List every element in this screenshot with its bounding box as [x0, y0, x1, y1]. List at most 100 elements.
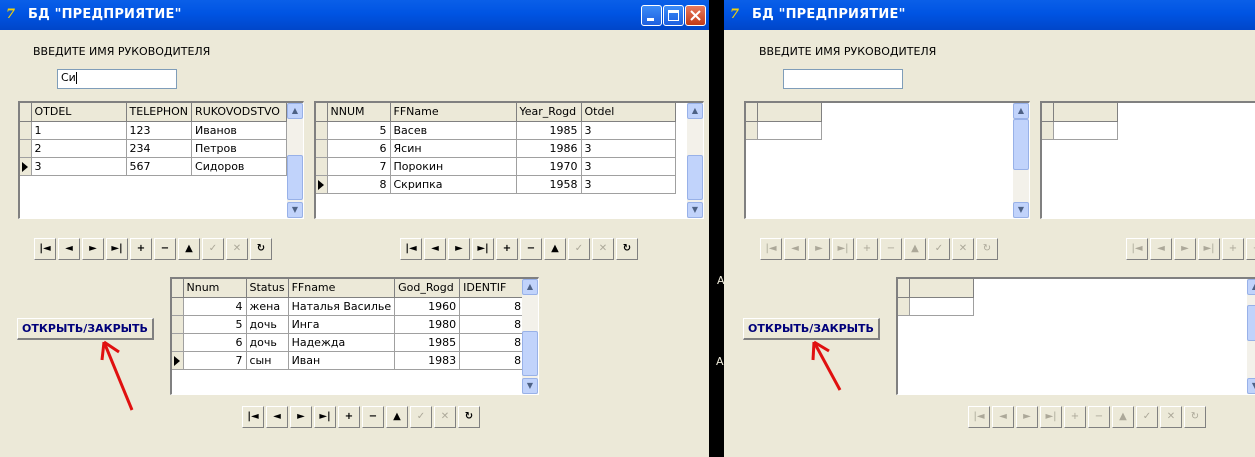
cell-nnum[interactable]: 5 [327, 121, 391, 140]
cell-god-rogd[interactable]: 1983 [394, 351, 461, 370]
table-row[interactable]: 6 Ясин 1986 3 [316, 139, 676, 158]
minimize-button[interactable] [641, 5, 662, 26]
scroll-thumb[interactable] [1013, 119, 1029, 170]
cell-empty[interactable] [909, 297, 974, 316]
scroll-up-icon[interactable]: ▲ [1247, 279, 1255, 295]
cell-nnum[interactable]: 6 [327, 139, 391, 158]
refresh-icon[interactable]: ↻ [458, 406, 480, 428]
cancel-icon[interactable]: ✕ [226, 238, 248, 260]
post-icon[interactable]: ✓ [202, 238, 224, 260]
last-icon[interactable]: ►| [1040, 406, 1062, 428]
next-icon[interactable]: ► [290, 406, 312, 428]
cell-otdel[interactable]: 3 [581, 175, 676, 194]
insert-icon[interactable]: + [856, 238, 878, 260]
post-icon[interactable]: ✓ [1136, 406, 1158, 428]
scroll-up-icon[interactable]: ▲ [1013, 103, 1029, 119]
first-icon[interactable]: |◄ [242, 406, 264, 428]
vertical-scrollbar[interactable]: ▲ ▼ [522, 279, 538, 394]
cell-year-rogd[interactable]: 1985 [516, 121, 582, 140]
prior-icon[interactable]: ◄ [1150, 238, 1172, 260]
cancel-icon[interactable]: ✕ [952, 238, 974, 260]
scroll-down-icon[interactable]: ▼ [687, 202, 703, 218]
scroll-down-icon[interactable]: ▼ [287, 202, 303, 218]
cell-nnum[interactable]: 8 [327, 175, 391, 194]
cell-status[interactable]: дочь [246, 315, 289, 334]
edit-icon[interactable]: ▲ [544, 238, 566, 260]
cell-otdel[interactable]: 3 [581, 157, 676, 176]
cell-identif[interactable]: 8 [459, 351, 526, 370]
column-header[interactable] [1053, 103, 1118, 122]
cell-empty[interactable] [1053, 121, 1118, 140]
post-icon[interactable]: ✓ [410, 406, 432, 428]
scroll-down-icon[interactable]: ▼ [1247, 378, 1255, 394]
column-header-nnum[interactable]: Nnum [183, 279, 247, 298]
manager-search-input[interactable] [783, 69, 903, 89]
cell-telephon[interactable]: 567 [126, 157, 193, 176]
edit-icon[interactable]: ▲ [904, 238, 926, 260]
edit-icon[interactable]: ▲ [386, 406, 408, 428]
next-icon[interactable]: ► [448, 238, 470, 260]
cell-ffname[interactable]: Иван [288, 351, 396, 370]
cell-telephon[interactable]: 123 [126, 121, 193, 140]
title-bar[interactable]: 7 БД "ПРЕДПРИЯТИЕ" [0, 0, 709, 30]
column-header-otdel[interactable]: Otdel [581, 103, 676, 122]
cell-identif[interactable]: 8 [459, 297, 526, 316]
departments-grid[interactable]: OTDEL TELEPHON RUKOVODSTVO 1 123 Иванов … [18, 101, 304, 219]
table-row[interactable] [1042, 121, 1118, 140]
prior-icon[interactable]: ◄ [992, 406, 1014, 428]
table-row[interactable]: 2 234 Петров [20, 139, 288, 158]
maximize-button[interactable] [663, 5, 684, 26]
cell-rukovodstvo[interactable]: Петров [191, 139, 288, 158]
cell-status[interactable]: дочь [246, 333, 289, 352]
column-header-rukovodstvo[interactable]: RUKOVODSTVO [191, 103, 288, 122]
insert-icon[interactable]: + [496, 238, 518, 260]
column-header-identif[interactable]: IDENTIF [459, 279, 526, 298]
scroll-thumb[interactable] [687, 155, 703, 200]
employees-grid[interactable]: NNUM FFName Year_Rogd Otdel 5 Васев 1985… [314, 101, 704, 219]
column-header-ffname[interactable]: FFname [288, 279, 396, 298]
next-icon[interactable]: ► [1016, 406, 1038, 428]
delete-icon[interactable]: − [1088, 406, 1110, 428]
cell-otdel[interactable]: 2 [31, 139, 127, 158]
table-row[interactable]: 6 дочь Надежда 1985 8 [172, 333, 526, 352]
scroll-thumb[interactable] [1247, 305, 1255, 341]
edit-icon[interactable]: ▲ [1112, 406, 1134, 428]
prior-icon[interactable]: ◄ [58, 238, 80, 260]
cell-identif[interactable]: 8 [459, 315, 526, 334]
delete-icon[interactable]: − [1246, 238, 1255, 260]
post-icon[interactable]: ✓ [568, 238, 590, 260]
family-grid[interactable]: ▲ ▼ [896, 277, 1255, 395]
table-row[interactable]: 8 Скрипка 1958 3 [316, 175, 676, 194]
next-icon[interactable]: ► [808, 238, 830, 260]
cell-ffname[interactable]: Инга [288, 315, 396, 334]
cell-year-rogd[interactable]: 1970 [516, 157, 582, 176]
cell-otdel[interactable]: 3 [581, 139, 676, 158]
column-header-telephon[interactable]: TELEPHON [126, 103, 193, 122]
cell-telephon[interactable]: 234 [126, 139, 193, 158]
table-row[interactable]: 1 123 Иванов [20, 121, 288, 140]
column-header-otdel[interactable]: OTDEL [31, 103, 127, 122]
title-bar[interactable]: 7 БД "ПРЕДПРИЯТИЕ" [724, 0, 1255, 30]
insert-icon[interactable]: + [130, 238, 152, 260]
vertical-scrollbar[interactable]: ▲ ▼ [1013, 103, 1029, 218]
cell-nnum[interactable]: 4 [183, 297, 247, 316]
cell-nnum[interactable]: 7 [327, 157, 391, 176]
cell-empty[interactable] [757, 121, 822, 140]
first-icon[interactable]: |◄ [1126, 238, 1148, 260]
column-header-nnum[interactable]: NNUM [327, 103, 391, 122]
post-icon[interactable]: ✓ [928, 238, 950, 260]
column-header-status[interactable]: Status [246, 279, 289, 298]
table-row[interactable]: 5 дочь Инга 1980 8 [172, 315, 526, 334]
family-grid[interactable]: Nnum Status FFname God_Rogd IDENTIF 4 же… [170, 277, 539, 395]
cell-nnum[interactable]: 5 [183, 315, 247, 334]
table-row[interactable] [746, 121, 822, 140]
prior-icon[interactable]: ◄ [424, 238, 446, 260]
refresh-icon[interactable]: ↻ [976, 238, 998, 260]
cell-year-rogd[interactable]: 1986 [516, 139, 582, 158]
table-row[interactable]: 7 сын Иван 1983 8 [172, 351, 526, 370]
cell-nnum[interactable]: 6 [183, 333, 247, 352]
scroll-down-icon[interactable]: ▼ [1013, 202, 1029, 218]
cell-god-rogd[interactable]: 1960 [394, 297, 461, 316]
cell-ffname[interactable]: Порокин [390, 157, 517, 176]
scroll-up-icon[interactable]: ▲ [687, 103, 703, 119]
